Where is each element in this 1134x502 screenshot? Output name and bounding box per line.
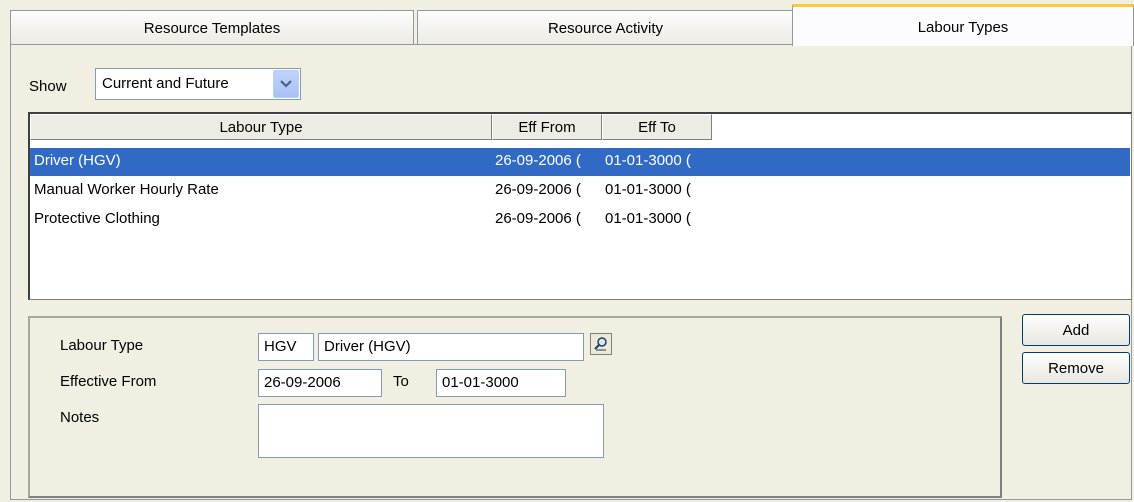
labour-description-field[interactable]: Driver (HGV) bbox=[318, 333, 584, 361]
effective-to-field[interactable]: 01-01-3000 bbox=[436, 369, 566, 397]
tab-resource-templates[interactable]: Resource Templates bbox=[10, 10, 414, 45]
row-eff-from: 26-09-2006 ( bbox=[495, 152, 581, 169]
column-header-label: Labour Type bbox=[219, 118, 303, 136]
remove-button[interactable]: Remove bbox=[1022, 352, 1130, 384]
column-header-label: Eff From bbox=[518, 118, 576, 136]
row-eff-from: 26-09-2006 ( bbox=[495, 181, 581, 198]
list-row-protective-clothing[interactable]: Protective Clothing 26-09-2006 ( 01-01-3… bbox=[30, 206, 1130, 234]
to-label: To bbox=[393, 373, 409, 390]
row-labour-type: Manual Worker Hourly Rate bbox=[34, 181, 219, 198]
row-eff-to: 01-01-3000 ( bbox=[605, 152, 691, 169]
row-labour-type: Protective Clothing bbox=[34, 210, 160, 227]
effective-from-label: Effective From bbox=[60, 373, 157, 390]
list-row-manual-worker[interactable]: Manual Worker Hourly Rate 26-09-2006 ( 0… bbox=[30, 177, 1130, 205]
labour-code-field[interactable]: HGV bbox=[258, 333, 314, 361]
tab-resource-activity[interactable]: Resource Activity bbox=[417, 10, 794, 45]
add-button-label: Add bbox=[1062, 321, 1090, 339]
tab-label: Labour Types bbox=[917, 19, 1009, 36]
tab-label: Resource Templates bbox=[143, 19, 281, 37]
chevron-down-icon[interactable] bbox=[273, 70, 299, 98]
labour-type-list[interactable]: Labour Type Eff From Eff To Driver (HGV)… bbox=[28, 112, 1132, 300]
column-header-labour-type[interactable]: Labour Type bbox=[30, 114, 492, 140]
lookup-search-icon[interactable] bbox=[590, 333, 612, 355]
list-row-driver-hgv[interactable]: Driver (HGV) 26-09-2006 ( 01-01-3000 ( bbox=[30, 148, 1130, 176]
show-filter-value: Current and Future bbox=[102, 75, 229, 92]
labour-type-label: Labour Type bbox=[60, 337, 144, 354]
notes-label: Notes bbox=[60, 409, 100, 426]
column-header-label: Eff To bbox=[638, 118, 676, 136]
show-filter-combobox[interactable]: Current and Future bbox=[95, 68, 301, 100]
row-eff-to: 01-01-3000 ( bbox=[605, 181, 691, 198]
tab-labour-types[interactable]: Labour Types bbox=[792, 4, 1134, 46]
column-header-eff-to[interactable]: Eff To bbox=[602, 114, 712, 140]
row-eff-from: 26-09-2006 ( bbox=[495, 210, 581, 227]
notes-textarea[interactable] bbox=[258, 404, 604, 458]
row-labour-type: Driver (HGV) bbox=[34, 152, 121, 169]
tab-label: Resource Activity bbox=[547, 19, 664, 37]
add-button[interactable]: Add bbox=[1022, 314, 1130, 346]
show-label: Show bbox=[29, 78, 67, 95]
column-header-eff-from[interactable]: Eff From bbox=[492, 114, 602, 140]
remove-button-label: Remove bbox=[1048, 359, 1104, 377]
row-eff-to: 01-01-3000 ( bbox=[605, 210, 691, 227]
effective-from-field[interactable]: 26-09-2006 bbox=[258, 369, 382, 397]
